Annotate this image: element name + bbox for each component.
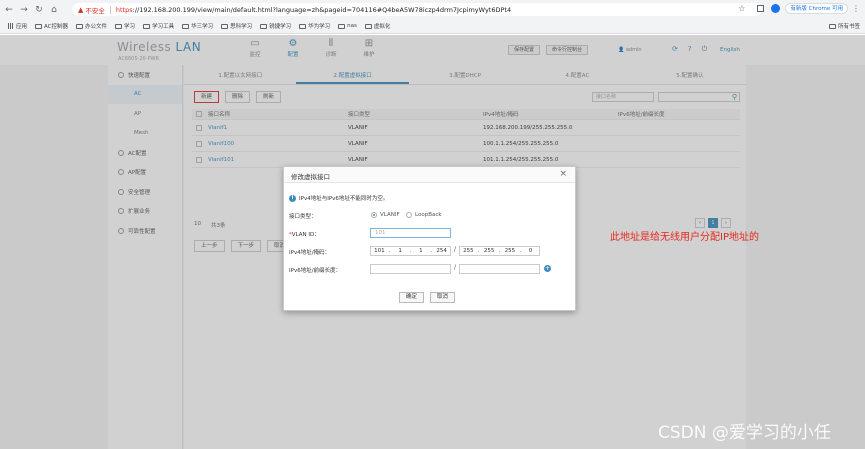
- folder-icon: [182, 23, 190, 29]
- security-warning[interactable]: ▲ 不安全: [78, 5, 105, 15]
- folder-icon: [260, 23, 268, 29]
- back-icon[interactable]: ←: [3, 4, 15, 16]
- warning-icon: ▲: [78, 5, 84, 14]
- add-icon[interactable]: +: [544, 265, 551, 272]
- folder-icon: [143, 23, 151, 29]
- folder-icon: [828, 23, 836, 29]
- radio-vlanif[interactable]: VLANIF: [371, 212, 400, 218]
- bookmark-folder[interactable]: 办公文件: [76, 22, 107, 30]
- folder-icon: [115, 23, 123, 29]
- slash: /: [454, 264, 457, 271]
- address-bar[interactable]: ▲ 不安全 https://192.168.200.199/view/main/d…: [72, 3, 762, 16]
- close-icon[interactable]: ×: [559, 169, 567, 179]
- info-icon: i: [289, 194, 296, 202]
- bookmark-folder[interactable]: 学习工具: [143, 22, 174, 30]
- bookmark-folder[interactable]: 锐捷学习: [260, 22, 291, 30]
- ipv4-octet[interactable]: 254: [433, 247, 450, 255]
- dialog-tip: i IPv4地址与IPv6地址不能同时为空。: [289, 194, 388, 202]
- forward-icon[interactable]: →: [18, 4, 30, 16]
- home-icon[interactable]: ⌂: [48, 4, 60, 16]
- browser-toolbar: ← → ↻ ⌂ ▲ 不安全 https://192.168.200.199/vie…: [0, 0, 865, 19]
- folder-icon: [299, 23, 307, 29]
- bookmark-folder[interactable]: 华为学习: [299, 22, 330, 30]
- folder-icon: [338, 23, 346, 29]
- edit-virtual-interface-dialog: 修改虚拟接口 × i IPv4地址与IPv6地址不能同时为空。 接口类型： VLA…: [283, 166, 576, 311]
- iftype-label: 接口类型：: [289, 214, 317, 220]
- ok-button[interactable]: 确定: [399, 292, 425, 303]
- ipv4-octet[interactable]: 1: [392, 247, 409, 255]
- dialog-header: 修改虚拟接口 ×: [284, 167, 575, 183]
- vlan-id-input[interactable]: 101: [370, 228, 451, 238]
- mask-octet[interactable]: 255: [481, 247, 498, 255]
- watermark: CSDN @爱学习的小任: [658, 423, 831, 443]
- all-bookmarks[interactable]: 所有书签: [828, 22, 860, 30]
- bookmark-folder[interactable]: 学习: [115, 22, 135, 30]
- ipv4-octet[interactable]: 1: [412, 247, 429, 255]
- dialog-title: 修改虚拟接口: [291, 173, 330, 181]
- radio-off-icon: [406, 212, 412, 218]
- apps-icon: [8, 23, 14, 29]
- ipv6-address-input[interactable]: [370, 264, 451, 274]
- folder-icon: [221, 23, 229, 29]
- bookmarks-bar: 应用 AC控制器 办公文件 学习 学习工具 华三学习 思科学习 锐捷学习 华为学…: [0, 19, 865, 34]
- folder-icon: [76, 23, 84, 29]
- url-text: ://192.168.200.199/view/main/default.htm…: [132, 5, 512, 14]
- ipv4-address-input[interactable]: 101. 1. 1. 254: [370, 246, 451, 256]
- profile-avatar[interactable]: [771, 4, 781, 13]
- url-scheme: https: [115, 5, 133, 14]
- bookmark-apps[interactable]: 应用: [8, 22, 27, 30]
- folder-icon: [35, 23, 43, 29]
- folder-icon: [364, 23, 372, 29]
- menu-icon[interactable]: ⋮: [852, 4, 860, 13]
- bookmark-folder[interactable]: 虚拟化: [364, 22, 390, 30]
- radio-on-icon: [371, 212, 377, 218]
- ipv4-label: IPv4地址/掩码：: [289, 250, 331, 256]
- ipv4-mask-input[interactable]: 255. 255. 255. 0: [459, 246, 540, 256]
- mask-octet[interactable]: 255: [501, 247, 518, 255]
- side-panel-icon[interactable]: [757, 5, 765, 12]
- radio-loopback[interactable]: LoopBack: [406, 212, 442, 218]
- bookmark-folder[interactable]: 思科学习: [221, 22, 252, 30]
- bookmark-folder[interactable]: nas: [338, 23, 357, 29]
- mask-octet[interactable]: 255: [460, 247, 477, 255]
- divider: [109, 5, 111, 14]
- reload-icon[interactable]: ↻: [33, 4, 45, 16]
- ipv6-label: IPv6地址/前缀长度：: [289, 268, 342, 274]
- update-chrome-button[interactable]: 有新版 Chrome 可用: [785, 3, 848, 14]
- cancel-button[interactable]: 取消: [430, 292, 456, 303]
- slash: /: [454, 246, 457, 253]
- ipv6-prefix-input[interactable]: [459, 264, 540, 274]
- annotation-text: 此地址是给无线用户分配IP地址的: [610, 232, 759, 243]
- bookmark-folder[interactable]: 华三学习: [182, 22, 213, 30]
- vlan-id-label: *VLAN ID：: [289, 232, 320, 238]
- bookmark-folder[interactable]: AC控制器: [35, 22, 68, 30]
- mask-octet[interactable]: 0: [522, 247, 539, 255]
- ipv4-octet[interactable]: 101: [371, 247, 388, 255]
- bookmark-star-icon[interactable]: ☆: [738, 4, 745, 13]
- browser-actions: ☆ 有新版 Chrome 可用 ⋮: [738, 3, 860, 14]
